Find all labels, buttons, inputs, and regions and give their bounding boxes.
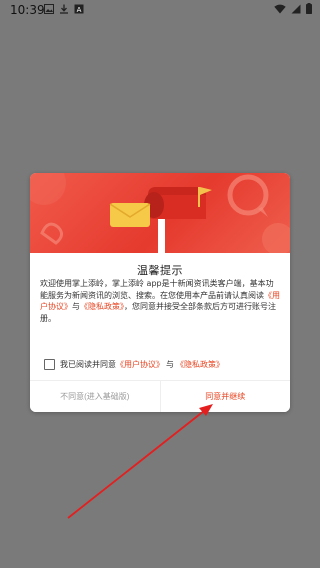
app-notification-icon: A: [74, 4, 84, 14]
status-bar: 10:39 A: [0, 0, 320, 20]
agree-prefix-text: 我已阅读并同意: [60, 359, 116, 369]
status-system-icons: [274, 3, 312, 14]
agree-terms-row[interactable]: 我已阅读并同意 《用户协议》与《隐私政策》: [44, 357, 284, 371]
and-text: 与: [72, 302, 80, 311]
agree-continue-button[interactable]: 同意并继续: [159, 381, 290, 412]
agree-and-text: 与: [166, 359, 174, 369]
mailbox-illustration: [30, 173, 290, 253]
dialog-buttons: 不同意(进入基础版) 同意并继续: [30, 381, 290, 412]
status-notification-icons: A: [44, 4, 84, 14]
body-intro-text: 欢迎使用掌上添岭，掌上添岭 app是十新闻资讯类客户端，基本功能服务为新闻资讯的…: [40, 279, 274, 300]
wifi-icon: [274, 4, 286, 13]
dialog-title: 温馨提示: [137, 264, 183, 277]
agree-checkbox[interactable]: [44, 358, 55, 370]
status-time: 10:39: [10, 3, 45, 17]
download-icon: [60, 4, 68, 14]
dialog-body-text: 欢迎使用掌上添岭，掌上添岭 app是十新闻资讯类客户端，基本功能服务为新闻资讯的…: [40, 278, 281, 324]
disagree-button[interactable]: 不同意(进入基础版): [30, 381, 160, 412]
agree-privacy-policy-link[interactable]: 《隐私政策》: [176, 359, 224, 370]
privacy-policy-link[interactable]: 《隐私政策》: [80, 302, 124, 311]
privacy-dialog: 温馨提示 欢迎使用掌上添岭，掌上添岭 app是十新闻资讯类客户端，基本功能服务为…: [30, 173, 290, 412]
dialog-banner: [30, 173, 290, 253]
battery-icon: [306, 3, 312, 14]
signal-icon: [291, 4, 301, 13]
gallery-icon: [44, 4, 54, 14]
agree-user-agreement-link[interactable]: 《用户协议》: [116, 359, 164, 370]
svg-text:A: A: [77, 6, 82, 14]
